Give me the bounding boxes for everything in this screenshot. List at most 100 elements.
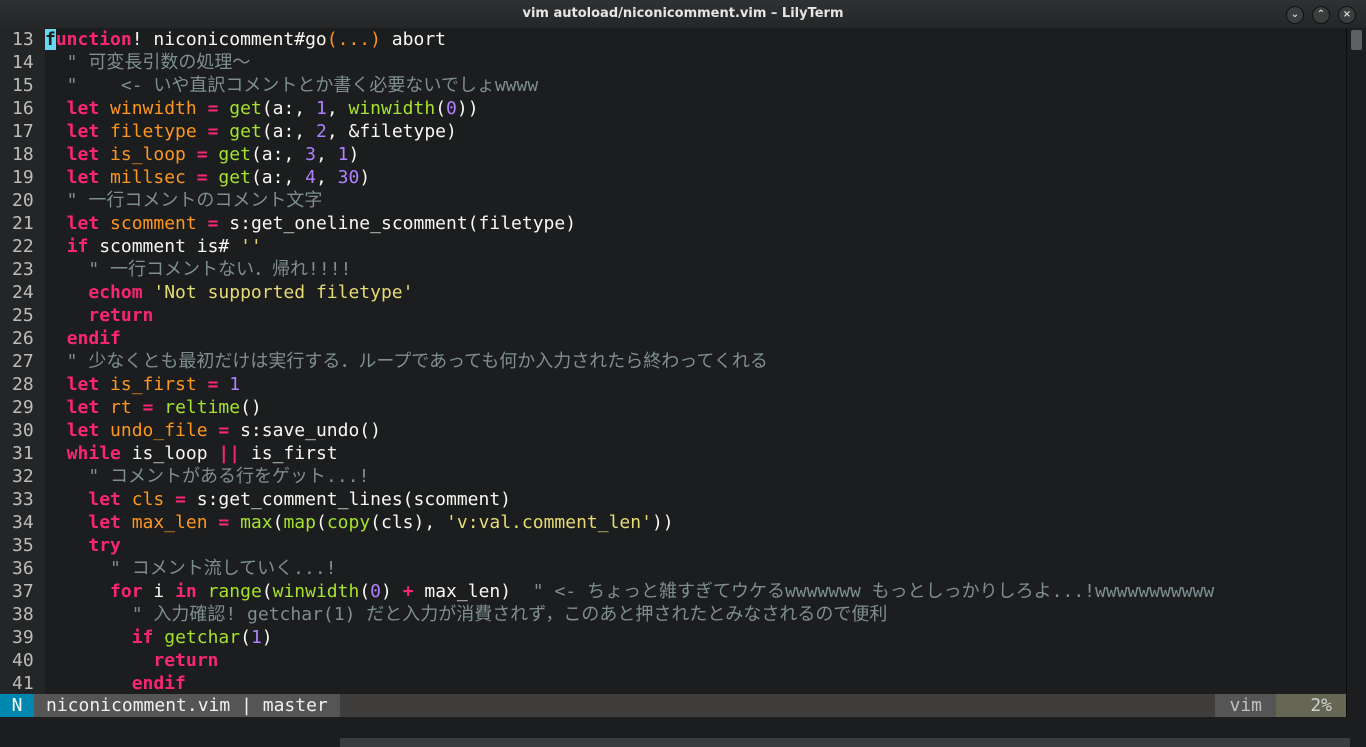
code-line[interactable]: 23 " 一行コメントない．帰れ!!!!	[0, 258, 1346, 281]
line-number: 26	[0, 327, 45, 350]
code-token: is_loop	[120, 443, 219, 464]
code-token: 30	[337, 167, 360, 188]
code-token: =	[185, 167, 219, 188]
scrollbar-thumb[interactable]	[1351, 30, 1362, 50]
code-line[interactable]: 34 let max_len = max(map(copy(cls), 'v:v…	[0, 511, 1346, 534]
maximize-icon[interactable]: ⌃	[1312, 6, 1330, 24]
code-token: get	[229, 121, 262, 142]
code-token: )	[381, 581, 403, 602]
code-token: 1	[337, 144, 349, 165]
code-token: =	[196, 374, 230, 395]
code-token: (a:,	[250, 144, 306, 165]
code-line[interactable]: 20 " 一行コメントのコメント文字	[0, 189, 1346, 212]
code-token: =	[207, 512, 241, 533]
code-line[interactable]: 19 let millsec = get(a:, 4, 30)	[0, 166, 1346, 189]
code-token: filetype	[99, 121, 197, 142]
code-line[interactable]: 24 echom 'Not supported filetype'	[0, 281, 1346, 304]
code-token: (	[359, 581, 371, 602]
close-icon[interactable]: ×	[1338, 6, 1356, 24]
line-number: 14	[0, 51, 45, 74]
line-number: 33	[0, 488, 45, 511]
code-line[interactable]: 39 if getchar(1)	[0, 626, 1346, 649]
code-line[interactable]: 41 endif	[0, 672, 1346, 694]
code-line[interactable]: 14 " 可変長引数の処理〜	[0, 51, 1346, 74]
mode-indicator: N	[0, 694, 34, 717]
code-line[interactable]: 25 return	[0, 304, 1346, 327]
code-token: 0	[370, 581, 382, 602]
line-number: 23	[0, 258, 45, 281]
code-token: let	[66, 144, 100, 165]
code-line[interactable]: 15 " <- いや直訳コメントとか書く必要ないでしょwwww	[0, 74, 1346, 97]
code-token: ,	[315, 167, 338, 188]
code-token: (a:,	[261, 121, 316, 142]
code-token: ))	[456, 98, 479, 119]
code-token: s:save_undo()	[240, 420, 381, 441]
code-token: =	[185, 144, 219, 165]
code-token: for	[110, 581, 143, 602]
code-token: " <- いや直訳コメントとか書く必要ないでしょwwww	[45, 75, 539, 96]
code-line[interactable]: 16 let winwidth = get(a:, 1, winwidth(0)…	[0, 97, 1346, 120]
code-token: f	[45, 29, 56, 50]
code-token: )	[261, 627, 273, 648]
window-controls: ⌄ ⌃ ×	[1286, 6, 1356, 24]
code-token: get	[218, 144, 251, 165]
code-line[interactable]: 21 let scomment = s:get_oneline_scomment…	[0, 212, 1346, 235]
code-line[interactable]: 36 " コメント流していく...!	[0, 557, 1346, 580]
code-line[interactable]: 33 let cls = s:get_comment_lines(scommen…	[0, 488, 1346, 511]
code-token: scomment	[99, 213, 197, 234]
code-line[interactable]: 35 try	[0, 534, 1346, 557]
code-line[interactable]: 29 let rt = reltime()	[0, 396, 1346, 419]
code-line[interactable]: 22 if scomment is# ''	[0, 235, 1346, 258]
code-line[interactable]: 32 " コメントがある行をゲット...!	[0, 465, 1346, 488]
code-line[interactable]: 17 let filetype = get(a:, 2, &filetype)	[0, 120, 1346, 143]
line-number: 34	[0, 511, 45, 534]
code-token: " コメント流していく...!	[45, 558, 337, 579]
code-line[interactable]: 13 function! niconicomment#go(...) abort	[0, 28, 1346, 51]
code-token: get	[218, 167, 251, 188]
code-token: (	[435, 98, 447, 119]
code-token: +	[402, 581, 414, 602]
vertical-scrollbar[interactable]	[1346, 28, 1366, 722]
code-token: while	[66, 443, 121, 464]
code-token: " <- ちょっと雑すぎてウケるwwwwwww もっとしっかりしろよ...!ww…	[532, 581, 1215, 602]
code-token: let	[66, 420, 100, 441]
code-line[interactable]: 40 return	[0, 649, 1346, 672]
code-token: let	[66, 213, 100, 234]
code-line[interactable]: 26 endif	[0, 327, 1346, 350]
code-line[interactable]: 28 let is_first = 1	[0, 373, 1346, 396]
line-number: 18	[0, 143, 45, 166]
file-branch-label: niconicomment.vim | master	[34, 694, 340, 717]
line-number: 22	[0, 235, 45, 258]
code-line[interactable]: 18 let is_loop = get(a:, 3, 1)	[0, 143, 1346, 166]
line-number: 19	[0, 166, 45, 189]
code-token: 4	[305, 167, 316, 188]
code-line[interactable]: 38 " 入力確認! getchar(1) だと入力が消費されず，このあと押され…	[0, 603, 1346, 626]
code-token: cls	[120, 489, 165, 510]
window-title: vim autoload/niconicomment.vim – LilyTer…	[522, 6, 844, 21]
code-line[interactable]: 27 " 少なくとも最初だけは実行する．ループであっても何か入力されたら終わって…	[0, 350, 1346, 373]
code-line[interactable]: 31 while is_loop || is_first	[0, 442, 1346, 465]
code-token: (	[272, 512, 284, 533]
code-token: abort	[380, 29, 446, 50]
code-token: =	[196, 98, 230, 119]
code-line[interactable]: 37 for i in range(winwidth(0) + max_len)…	[0, 580, 1346, 603]
code-token: (	[261, 581, 273, 602]
code-token: return	[88, 305, 154, 326]
filetype-label: vim	[1215, 694, 1276, 717]
line-number: 21	[0, 212, 45, 235]
code-token: let	[66, 98, 100, 119]
line-number: 25	[0, 304, 45, 327]
code-editor[interactable]: 13 function! niconicomment#go(...) abort 1…	[0, 28, 1346, 694]
code-token: ))	[651, 512, 674, 533]
code-token: 0	[446, 98, 457, 119]
code-token: s:get_oneline_scomment(filetype)	[229, 213, 577, 234]
code-token: try	[88, 535, 121, 556]
code-line[interactable]: 30 let undo_file = s:save_undo()	[0, 419, 1346, 442]
line-number: 41	[0, 672, 45, 694]
line-number: 27	[0, 350, 45, 373]
minimize-icon[interactable]: ⌄	[1286, 6, 1304, 24]
